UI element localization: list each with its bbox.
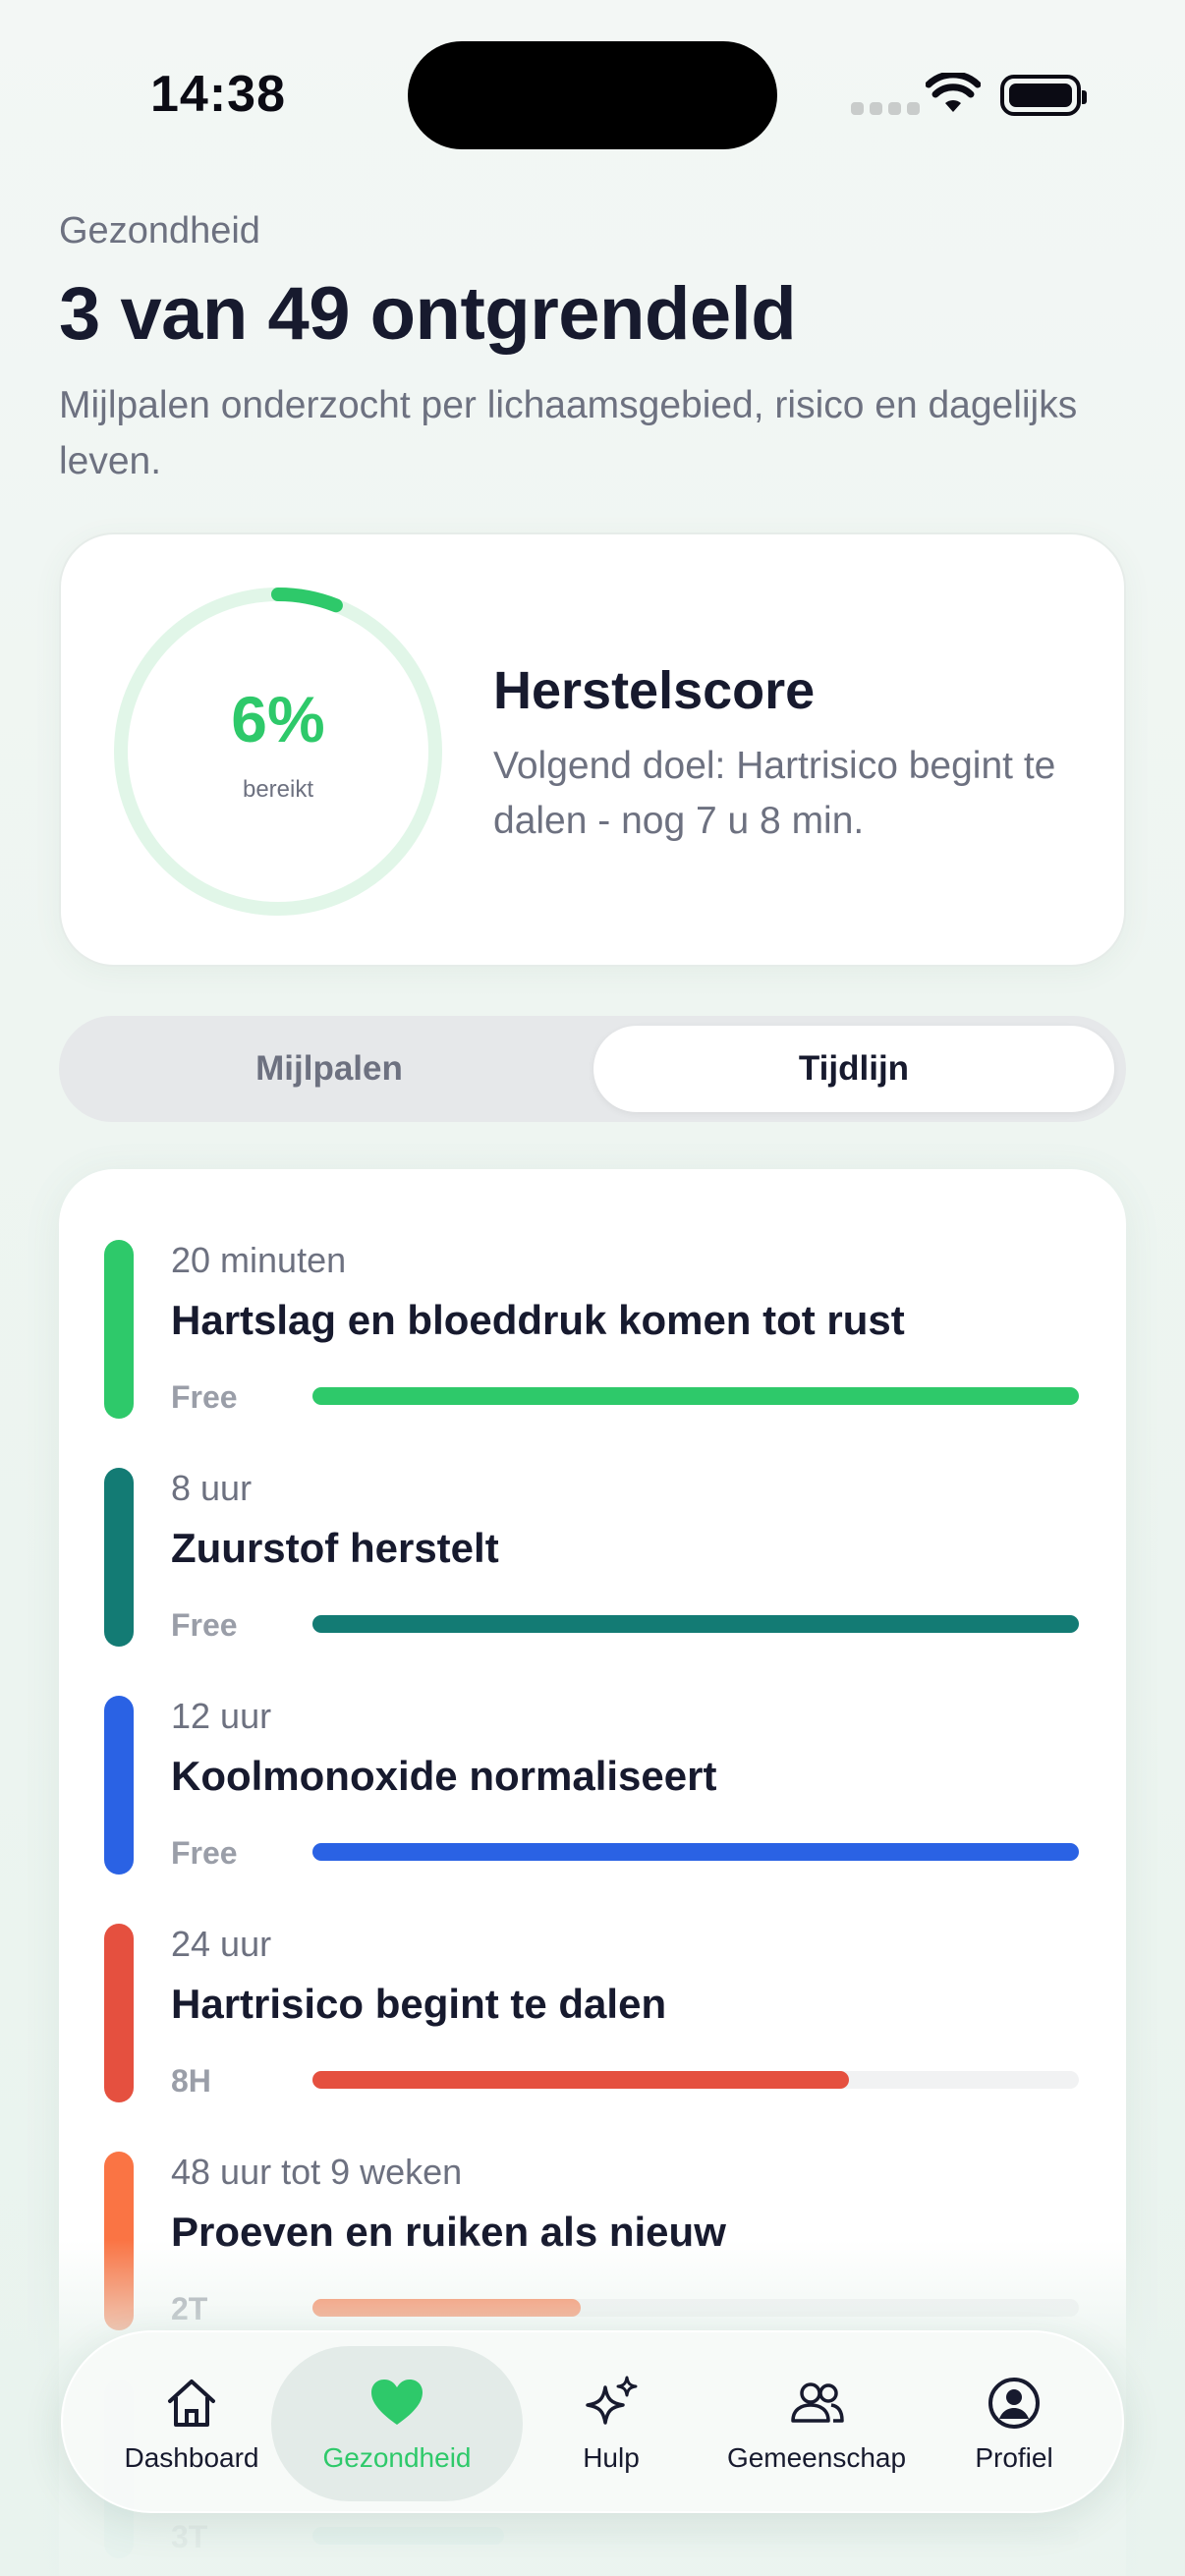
- tab-health[interactable]: Gezondheid: [271, 2332, 523, 2515]
- dynamic-island: [408, 41, 777, 149]
- status-bar: 14:38: [0, 0, 1185, 196]
- timeline-row[interactable]: 24 uur Hartrisico begint te dalen 8H: [59, 1853, 1126, 2102]
- timeline-period: 24 uur: [171, 1924, 272, 1964]
- tab-dashboard-label: Dashboard: [124, 2442, 259, 2473]
- timeline-label: Hartslag en bloeddruk komen tot rust: [171, 1297, 905, 1343]
- timeline-accent-bar: [104, 1240, 134, 1419]
- timeline-label: Zuurstof herstelt: [171, 1525, 499, 1571]
- score-value-label: bereikt: [242, 776, 314, 803]
- timeline-accent-bar: [104, 1924, 134, 2102]
- tab-help-label: Hulp: [583, 2442, 640, 2473]
- timeline-period: 48 uur tot 9 weken: [171, 2152, 463, 2192]
- timeline-label: Hartrisico begint te dalen: [171, 1981, 667, 2027]
- timeline-accent-bar: [104, 1468, 134, 1647]
- tab-community[interactable]: Gemeenschap: [694, 2332, 939, 2515]
- wifi-icon: [926, 73, 981, 112]
- battery-icon: [1000, 75, 1087, 116]
- segment-milestones[interactable]: Mijlpalen: [69, 1026, 590, 1112]
- segment-timeline[interactable]: Tijdlijn: [593, 1026, 1114, 1112]
- tab-dashboard[interactable]: Dashboard: [98, 2332, 285, 2515]
- timeline-label: Koolmonoxide normaliseert: [171, 1753, 717, 1799]
- score-description: Volgend doel: Hartrisico begint te dalen…: [493, 745, 1056, 842]
- people-icon: [791, 2382, 844, 2423]
- timeline-row[interactable]: 48 uur tot 9 weken Proeven en ruiken als …: [59, 2081, 1126, 2330]
- page-title: 3 van 49 ontgrendeld: [59, 272, 797, 356]
- page-subtitle: Mijlpalen onderzocht per lichaamsgebied,…: [59, 384, 1078, 482]
- home-icon: [168, 2380, 215, 2427]
- profile-icon: [988, 2378, 1040, 2429]
- timeline-row[interactable]: 8 uur Zuurstof herstelt Free: [59, 1397, 1126, 1647]
- sparkles-icon: [586, 2376, 638, 2425]
- timeline-row[interactable]: 20 minuten Hartslag en bloeddruk komen to…: [59, 1169, 1126, 1419]
- tab-bar: Dashboard Gezondheid Hulp Gemeenschap Pr…: [61, 2330, 1124, 2513]
- status-time: 14:38: [150, 66, 286, 123]
- timeline-period: 20 minuten: [171, 1240, 347, 1280]
- tab-community-label: Gemeenschap: [726, 2442, 907, 2473]
- tab-health-label: Gezondheid: [322, 2442, 472, 2473]
- tab-profile-label: Profiel: [975, 2442, 1053, 2473]
- score-title: Herstelscore: [493, 661, 816, 720]
- timeline-period: 12 uur: [171, 1696, 272, 1736]
- score-value: 6%: [231, 683, 325, 756]
- timeline-accent-bar: [104, 1696, 134, 1875]
- recovery-score-card[interactable]: 6% bereikt Herstelscore Volgend doel: Ha…: [59, 532, 1126, 967]
- screen: 14:38 Gezondheid 3 van 49 ontgrendeld Mi…: [0, 0, 1185, 2576]
- section-overline: Gezondheid: [59, 210, 260, 252]
- view-segmented-control: Mijlpalen Tijdlijn: [59, 1016, 1126, 1122]
- cellular-signal-icon: [851, 102, 920, 115]
- tab-profile[interactable]: Profiel: [935, 2332, 1093, 2515]
- timeline-period: 8 uur: [171, 1468, 253, 1508]
- tab-help[interactable]: Hulp: [533, 2332, 690, 2515]
- heart-icon: [371, 2380, 423, 2425]
- timeline-row[interactable]: 12 uur Koolmonoxide normaliseert Free: [59, 1625, 1126, 1875]
